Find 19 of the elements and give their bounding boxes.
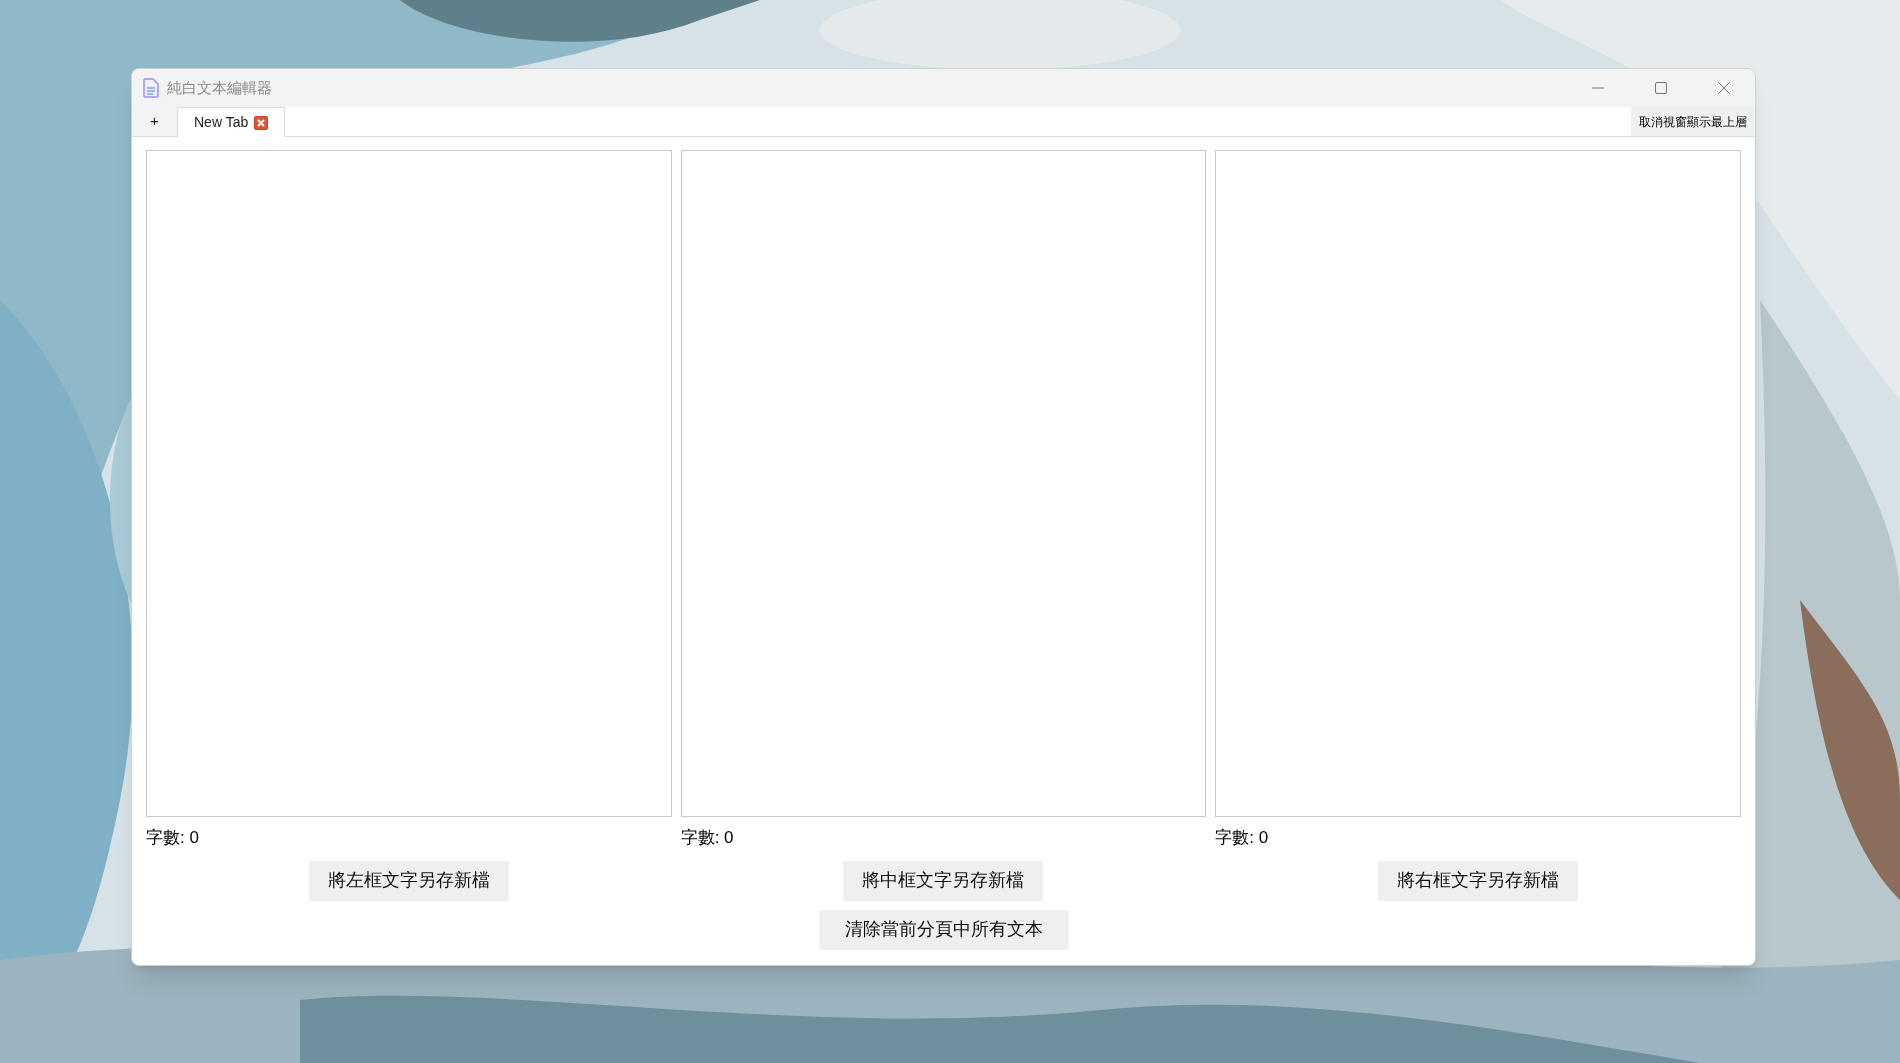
document-icon — [143, 78, 159, 98]
character-count: 字數: 0 — [1215, 827, 1269, 849]
save-as-button[interactable]: 將右框文字另存新檔 — [1378, 860, 1579, 901]
text-area[interactable] — [1215, 150, 1741, 817]
topmost-toggle-button[interactable]: 取消視窗顯示最上層 — [1631, 107, 1755, 136]
text-area[interactable] — [680, 150, 1207, 817]
text-area[interactable] — [146, 150, 672, 817]
save-as-button[interactable]: 將左框文字另存新檔 — [308, 860, 509, 901]
window-title: 純白文本編輯器 — [167, 77, 272, 98]
save-as-button[interactable]: 將中框文字另存新檔 — [843, 860, 1044, 901]
new-tab-button[interactable]: + — [132, 107, 177, 136]
clear-all-button[interactable]: 清除當前分頁中所有文本 — [818, 909, 1069, 950]
close-icon[interactable] — [254, 115, 269, 130]
maximize-icon — [1654, 82, 1667, 94]
character-count: 字數: 0 — [680, 827, 734, 849]
close-icon — [1717, 82, 1730, 94]
tab[interactable]: New Tab — [177, 107, 286, 137]
minimize-icon — [1591, 87, 1604, 89]
character-count: 字數: 0 — [146, 827, 199, 849]
